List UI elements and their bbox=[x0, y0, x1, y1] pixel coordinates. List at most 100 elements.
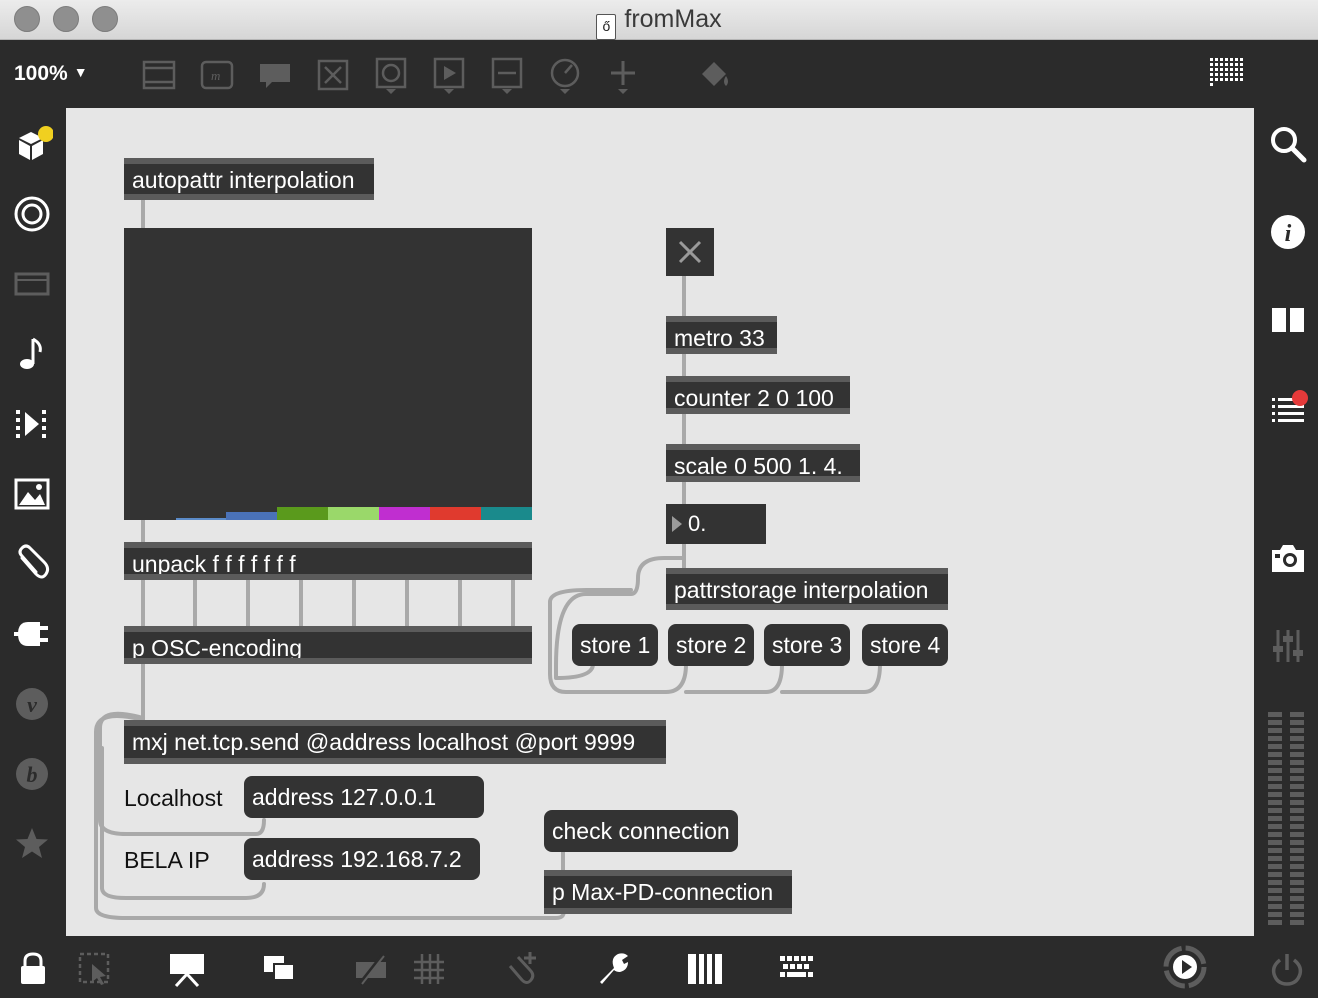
slider-bar-2[interactable] bbox=[176, 518, 226, 520]
address-localhost-message[interactable]: address 127.0.0.1 bbox=[244, 776, 484, 818]
metro-toggle[interactable] bbox=[666, 228, 714, 276]
piano-keyboard-icon[interactable] bbox=[686, 950, 724, 988]
hide-cords-icon[interactable] bbox=[352, 950, 390, 988]
package-manager-icon[interactable] bbox=[13, 124, 54, 164]
paint-bucket-icon[interactable] bbox=[696, 56, 734, 94]
info-icon[interactable]: i bbox=[1268, 212, 1308, 252]
slider-bar-5[interactable] bbox=[328, 507, 379, 520]
image-icon[interactable] bbox=[12, 474, 52, 514]
zoom-level-dropdown[interactable]: 100% ▼ bbox=[14, 62, 88, 86]
store-4-message[interactable]: store 4 bbox=[862, 624, 949, 666]
new-dial-icon[interactable] bbox=[546, 56, 584, 94]
right-sidebar: i bbox=[1254, 108, 1318, 936]
paperclip-icon[interactable] bbox=[12, 544, 52, 584]
new-view-icon[interactable] bbox=[260, 950, 298, 988]
new-toggle-icon[interactable] bbox=[314, 56, 352, 94]
toggle-x-icon bbox=[678, 240, 702, 264]
presentation-mode-icon[interactable] bbox=[168, 950, 206, 988]
address-bela-label: address 192.168.7.2 bbox=[252, 846, 462, 872]
osc-encoding-subpatcher[interactable]: p OSC-encoding bbox=[124, 626, 532, 664]
max-pd-connection-subpatcher[interactable]: p Max-PD-connection bbox=[544, 870, 792, 914]
beap-icon[interactable]: b bbox=[12, 754, 52, 794]
check-connection-label: check connection bbox=[552, 818, 730, 844]
address-bela-message[interactable]: address 192.168.7.2 bbox=[244, 838, 480, 880]
snapshot-camera-icon[interactable] bbox=[1268, 538, 1308, 578]
store-3-label: store 3 bbox=[772, 632, 843, 658]
audio-meter-right bbox=[1290, 712, 1304, 928]
left-sidebar: v b bbox=[0, 108, 66, 936]
power-icon[interactable] bbox=[1268, 950, 1306, 988]
max-patcher-window: ő fromMax 100% ▼ m v b i autopattr inter… bbox=[0, 0, 1318, 998]
metro-object[interactable]: metro 33 bbox=[666, 316, 777, 354]
address-localhost-label: address 127.0.0.1 bbox=[252, 784, 437, 810]
presentation-frame-icon[interactable] bbox=[12, 264, 52, 304]
number-triangle-icon bbox=[672, 516, 682, 532]
store-3-message[interactable]: store 3 bbox=[764, 624, 851, 666]
svg-text:i: i bbox=[1285, 221, 1292, 247]
grid-icon[interactable] bbox=[410, 950, 448, 988]
select-tool-icon[interactable] bbox=[76, 950, 114, 988]
mixer-sliders-icon[interactable] bbox=[1268, 626, 1308, 666]
music-note-icon[interactable] bbox=[12, 334, 52, 374]
vizzie-icon[interactable]: v bbox=[12, 684, 52, 724]
slider-bar-7[interactable] bbox=[430, 507, 481, 520]
patcher-canvas[interactable]: autopattr interpolation unpack f f f f f… bbox=[66, 108, 1254, 936]
svg-text:m: m bbox=[211, 68, 220, 83]
add-object-icon[interactable] bbox=[604, 56, 642, 94]
scale-object[interactable]: scale 0 500 1. 4. bbox=[666, 444, 860, 482]
pattrstorage-object[interactable]: pattrstorage interpolation bbox=[666, 568, 948, 610]
step-forward-icon[interactable] bbox=[12, 404, 52, 444]
counter-label: counter 2 0 100 bbox=[674, 385, 834, 411]
new-button-icon[interactable] bbox=[372, 56, 410, 94]
add-attachment-icon[interactable] bbox=[502, 950, 540, 988]
max-console-icon[interactable] bbox=[1268, 388, 1308, 428]
star-icon[interactable] bbox=[12, 824, 52, 864]
scale-label: scale 0 500 1. 4. bbox=[674, 453, 843, 479]
new-slider-icon[interactable] bbox=[488, 56, 526, 94]
slider-bar-8[interactable] bbox=[481, 507, 532, 520]
check-connection-message[interactable]: check connection bbox=[544, 810, 738, 852]
float-number-box[interactable]: 0. bbox=[666, 504, 766, 544]
search-icon[interactable] bbox=[1268, 124, 1308, 164]
zoom-level-label: 100% bbox=[14, 62, 68, 85]
mxj-label: mxj net.tcp.send @address localhost @por… bbox=[132, 729, 636, 755]
wrench-icon[interactable] bbox=[594, 950, 632, 988]
autopattr-object[interactable]: autopattr interpolation bbox=[124, 158, 374, 200]
new-message-icon[interactable]: m bbox=[198, 56, 236, 94]
new-object-icon[interactable] bbox=[140, 56, 178, 94]
split-view-icon[interactable] bbox=[1268, 300, 1308, 340]
slider-bar-4[interactable] bbox=[277, 507, 328, 520]
store-2-label: store 2 bbox=[676, 632, 747, 658]
unpack-object[interactable]: unpack f f f f f f f bbox=[124, 542, 532, 580]
audio-play-icon[interactable] bbox=[1162, 944, 1208, 990]
patcher-document-icon: ő bbox=[596, 14, 617, 40]
unpack-label: unpack f f f f f f f bbox=[132, 551, 296, 577]
grid-mode-icon[interactable] bbox=[1208, 56, 1246, 94]
target-icon[interactable] bbox=[12, 194, 52, 234]
max-pd-connection-label: p Max-PD-connection bbox=[552, 879, 774, 905]
bottom-toolbar bbox=[0, 936, 1318, 998]
svg-text:b: b bbox=[27, 762, 38, 787]
slider-bar-6[interactable] bbox=[379, 507, 430, 520]
localhost-comment: Localhost bbox=[124, 785, 223, 811]
pattrstorage-label: pattrstorage interpolation bbox=[674, 577, 929, 603]
store-2-message[interactable]: store 2 bbox=[668, 624, 755, 666]
plug-icon[interactable] bbox=[12, 614, 52, 654]
counter-object[interactable]: counter 2 0 100 bbox=[666, 376, 850, 414]
new-playbar-icon[interactable] bbox=[430, 56, 468, 94]
lock-icon[interactable] bbox=[14, 950, 52, 988]
slider-bar-3[interactable] bbox=[226, 512, 277, 520]
bela-ip-comment: BELA IP bbox=[124, 847, 210, 873]
autopattr-label: autopattr interpolation bbox=[132, 167, 355, 193]
multislider[interactable] bbox=[124, 228, 532, 520]
mxj-net-tcp-send-object[interactable]: mxj net.tcp.send @address localhost @por… bbox=[124, 720, 666, 764]
metro-label: metro 33 bbox=[674, 325, 765, 351]
computer-keyboard-icon[interactable] bbox=[778, 950, 816, 988]
svg-text:v: v bbox=[27, 692, 37, 717]
new-comment-icon[interactable] bbox=[256, 56, 294, 94]
store-1-label: store 1 bbox=[580, 632, 651, 658]
window-title: fromMax bbox=[624, 5, 722, 33]
chevron-down-icon: ▼ bbox=[73, 64, 88, 80]
store-1-message[interactable]: store 1 bbox=[572, 624, 659, 666]
store-4-label: store 4 bbox=[870, 632, 941, 658]
